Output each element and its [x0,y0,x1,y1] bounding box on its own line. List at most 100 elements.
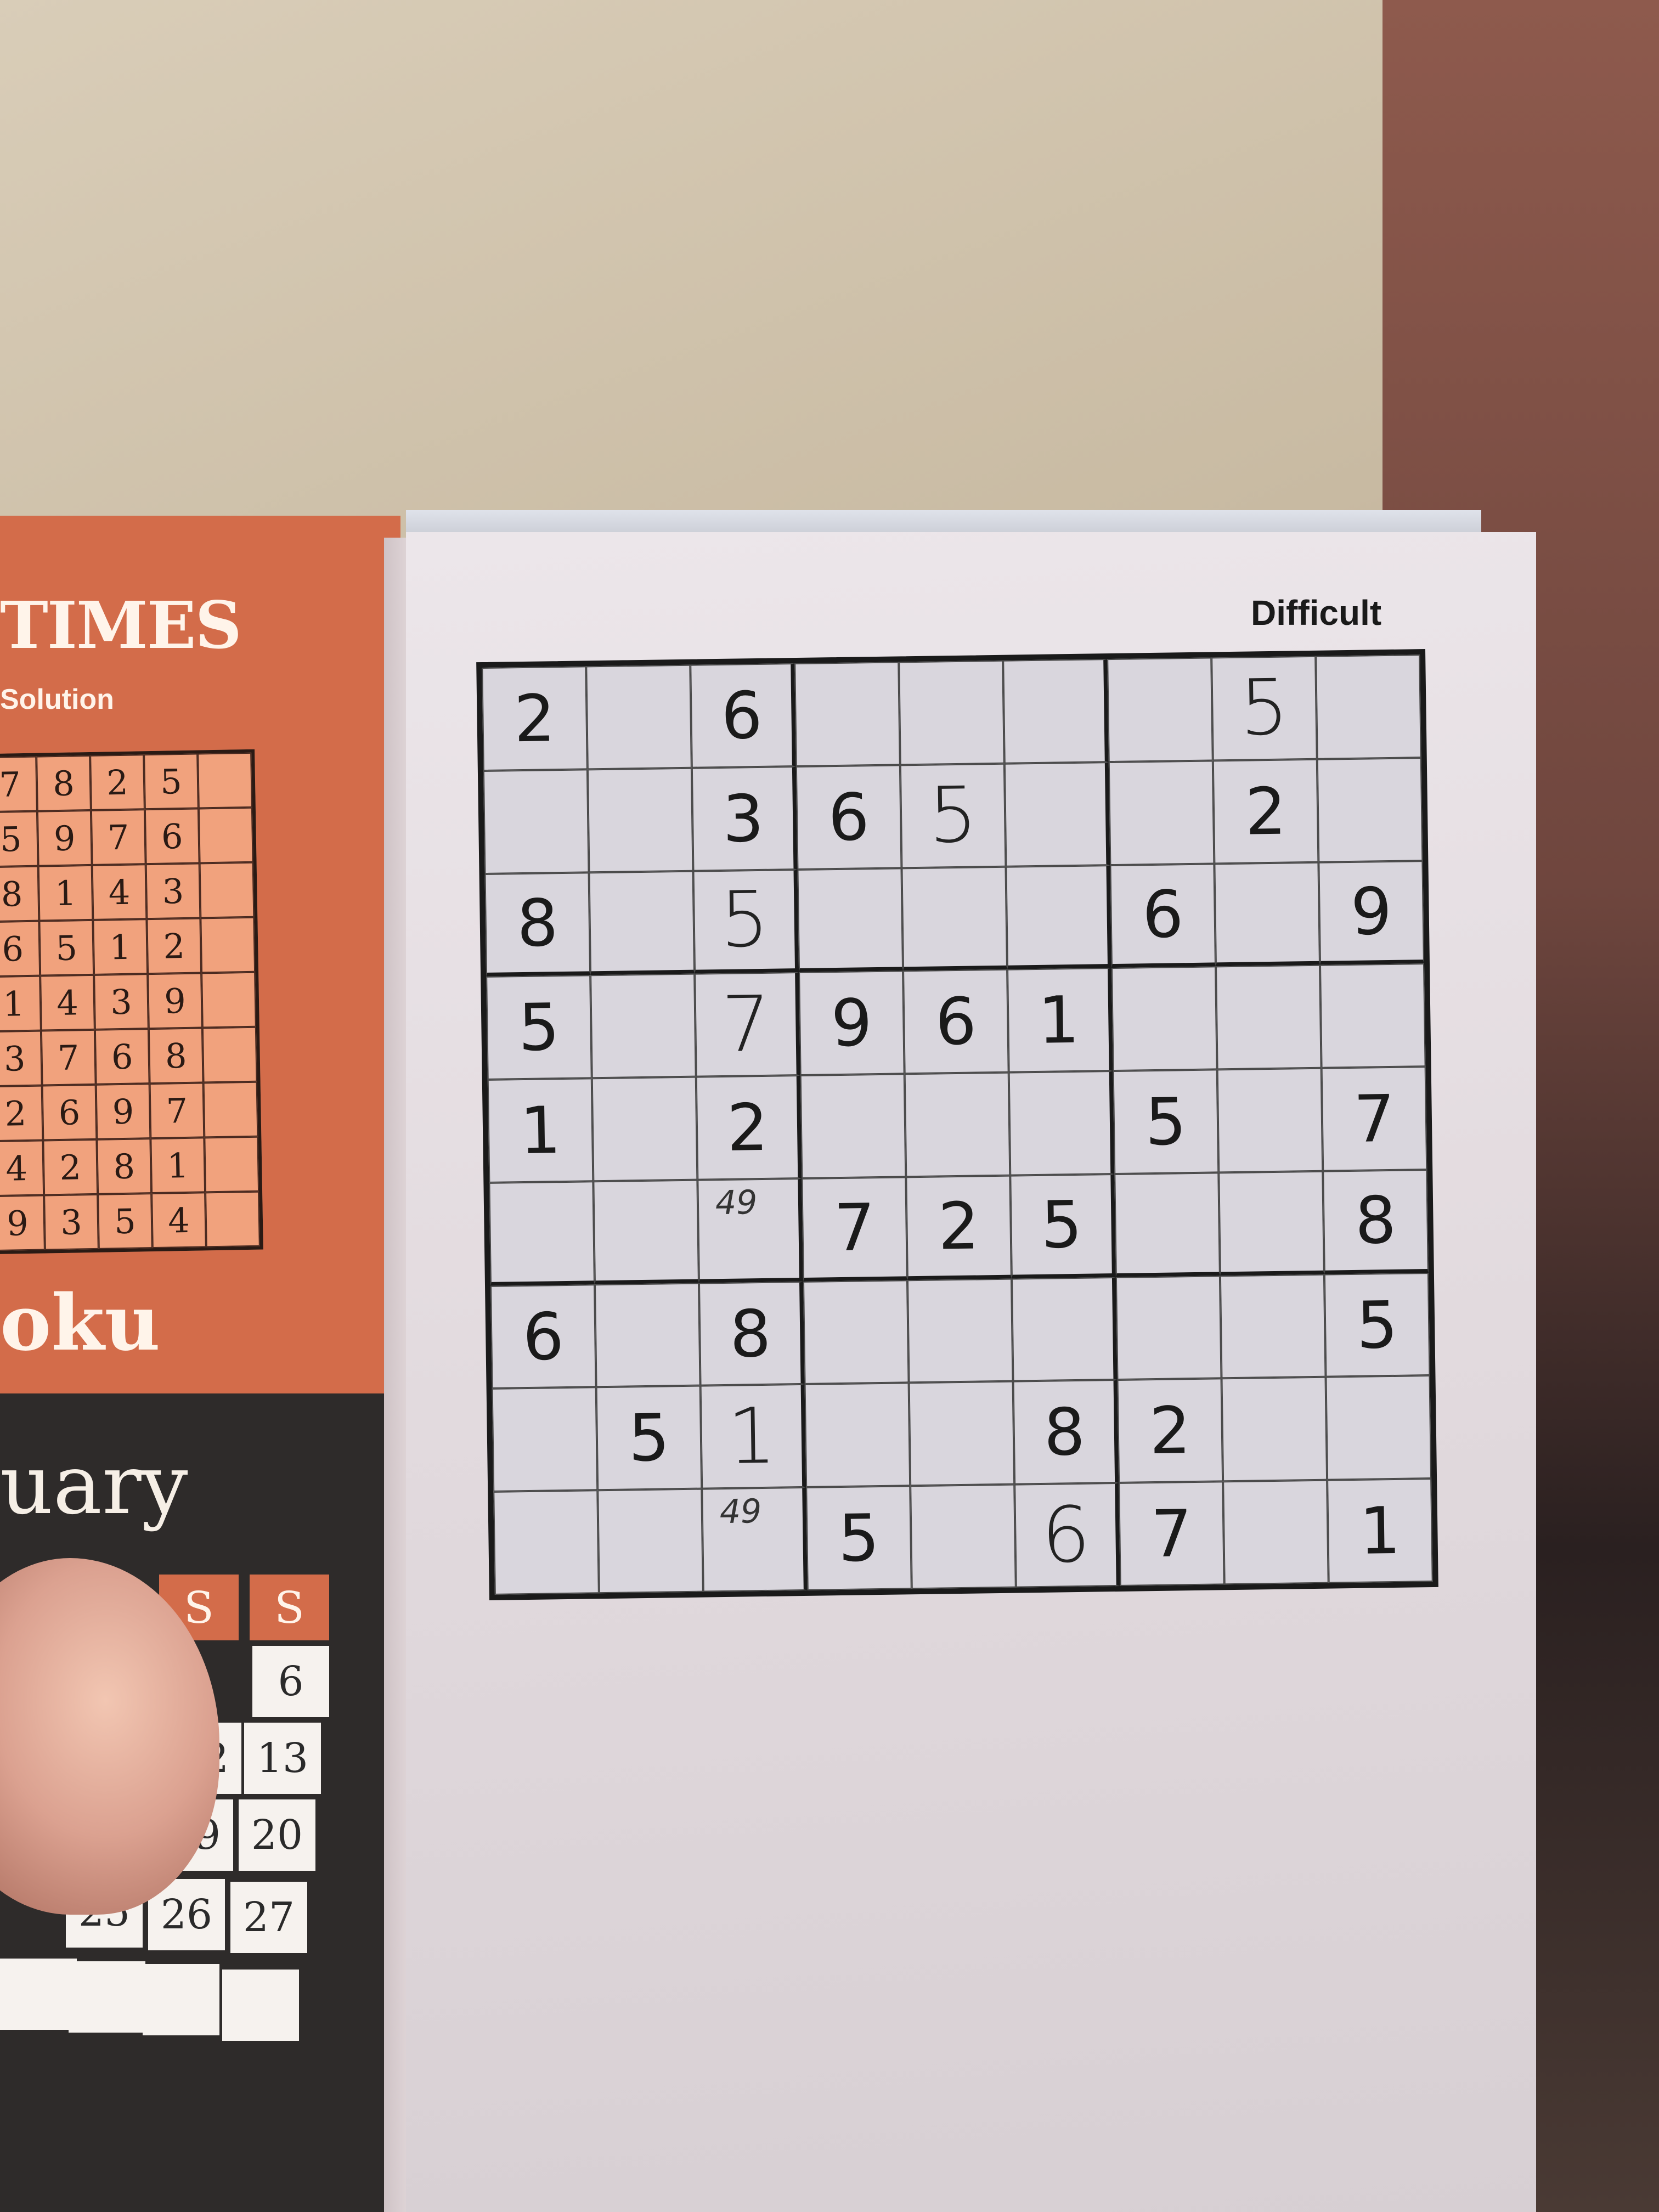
sudoku-cell[interactable] [1221,1377,1328,1482]
sudoku-cell[interactable]: 7 [1321,1066,1427,1171]
sudoku-cell[interactable] [1003,659,1109,764]
cell-value: 8 [516,885,559,962]
sudoku-cell[interactable]: 1 [487,1078,594,1183]
sudoku-cell[interactable]: 7 [1119,1481,1224,1586]
cell-value: 5 [517,989,560,1066]
sudoku-cell[interactable] [1114,1172,1220,1277]
solution-cell: 2 [146,918,202,974]
sudoku-cell[interactable] [1214,862,1321,967]
sudoku-cell[interactable]: 3 [691,766,798,871]
sudoku-cell[interactable] [492,1387,598,1492]
sudoku-cell[interactable]: 6 [903,969,1009,1074]
sudoku-cell[interactable] [1320,963,1426,1068]
sudoku-cell[interactable] [909,1381,1015,1486]
sudoku-cell[interactable] [1217,1068,1323,1173]
sudoku-cell[interactable]: 8 [1323,1169,1429,1274]
sudoku-cell[interactable]: 9 [799,970,905,1076]
sudoku-cell[interactable]: 1 [700,1384,806,1489]
sudoku-cell[interactable] [1004,761,1110,867]
sudoku-cell[interactable] [1316,654,1421,759]
sudoku-cell[interactable]: 5 [693,869,799,974]
sudoku-cell[interactable] [591,1076,698,1182]
sudoku-cell[interactable] [1107,657,1213,762]
sudoku-cell[interactable] [597,1488,703,1594]
cell-value: 9 [830,985,873,1062]
sudoku-cell[interactable]: 2 [1117,1378,1223,1483]
sudoku-cell[interactable]: 5 [806,1486,912,1590]
sudoku-cell[interactable]: 7 [802,1177,907,1282]
sudoku-cell[interactable] [800,1074,906,1178]
solution-cell: 2 [0,1085,43,1142]
calendar-date: 6 [252,1646,329,1717]
solution-cell: 8 [148,1028,204,1084]
sudoku-cell[interactable]: 6 [1110,863,1216,968]
sudoku-cell[interactable] [1115,1275,1222,1380]
sudoku-cell[interactable]: 2 [1212,759,1319,864]
sudoku-cell[interactable] [1111,966,1217,1071]
sudoku-cell[interactable] [593,1180,699,1284]
sudoku-cell[interactable] [1223,1480,1329,1585]
sudoku-cell[interactable]: 5 [1010,1173,1116,1279]
solution-cell [198,752,252,809]
sudoku-cell[interactable]: 7 [695,972,800,1077]
sudoku-cell[interactable]: 1 [1327,1479,1433,1583]
sudoku-cell[interactable] [1108,760,1215,865]
sudoku-cell[interactable] [901,866,1008,971]
solution-cell: 6 [94,1029,150,1085]
sudoku-cell[interactable] [1218,1171,1324,1276]
cell-value: 6 [934,983,977,1060]
sudoku-cell[interactable]: 5 [1113,1069,1219,1174]
solution-cell: 1 [150,1137,206,1194]
sudoku-cell[interactable] [589,871,695,975]
cell-value: 5 [1040,1187,1083,1263]
sudoku-cell[interactable] [489,1181,595,1286]
sudoku-cell[interactable]: 6 [1014,1483,1120,1588]
sudoku-cell[interactable]: 5 [900,763,1006,868]
sudoku-cell[interactable]: 9 [1318,860,1424,966]
sudoku-cell[interactable] [797,867,904,973]
sudoku-cell[interactable]: 6 [795,765,902,870]
sudoku-cell[interactable]: 5 [486,975,592,1080]
sudoku-cell[interactable]: 6 [690,663,796,768]
sudoku-cell[interactable] [907,1278,1013,1383]
sudoku-cell[interactable]: 6 [490,1284,596,1389]
sudoku-cell[interactable] [1011,1277,1118,1382]
sudoku-cell[interactable] [586,664,692,770]
solution-cell: 3 [94,974,149,1030]
sudoku-cell[interactable] [1317,757,1423,862]
sudoku-cell[interactable] [1220,1274,1326,1379]
sudoku-cell[interactable] [804,1383,911,1488]
calendar-date: 20 [239,1799,315,1871]
sudoku-cell[interactable] [483,769,589,874]
sudoku-cell[interactable]: 8 [484,872,591,977]
calendar-date: 27 [230,1882,307,1953]
sudoku-cell[interactable] [899,660,1005,765]
sudoku-cell[interactable] [1216,965,1322,1070]
pencil-note: 49 [719,1492,762,1532]
solution-cell: 8 [97,1138,152,1194]
sudoku-cell[interactable]: 1 [1007,968,1113,1073]
sudoku-cell[interactable] [1325,1375,1432,1480]
sudoku-cell[interactable]: 2 [696,1075,802,1180]
sudoku-cell[interactable]: 5 [596,1386,702,1491]
sudoku-cell[interactable] [1006,865,1112,970]
sudoku-cell[interactable]: 8 [698,1281,805,1386]
sudoku-cell[interactable]: 5 [1324,1272,1430,1378]
sudoku-cell[interactable]: 2 [906,1175,1012,1280]
sudoku-cell[interactable]: 8 [1013,1380,1119,1485]
sudoku-cell[interactable] [803,1279,909,1385]
cell-value: 9 [1350,873,1393,950]
sudoku-cell[interactable] [587,768,693,872]
sudoku-cell[interactable] [904,1072,1011,1177]
sudoku-cell[interactable] [910,1484,1016,1589]
cell-value: 5 [628,1400,670,1476]
sudoku-cell[interactable] [493,1490,599,1595]
sudoku-cell[interactable]: 2 [482,666,588,771]
sudoku-cell[interactable]: 49 [697,1178,803,1283]
sudoku-cell[interactable] [794,662,900,766]
sudoku-cell[interactable]: 5 [1211,656,1317,761]
sudoku-cell[interactable] [590,973,696,1079]
sudoku-cell[interactable] [1008,1071,1115,1176]
sudoku-cell[interactable]: 49 [702,1487,808,1592]
sudoku-cell[interactable] [594,1283,701,1387]
